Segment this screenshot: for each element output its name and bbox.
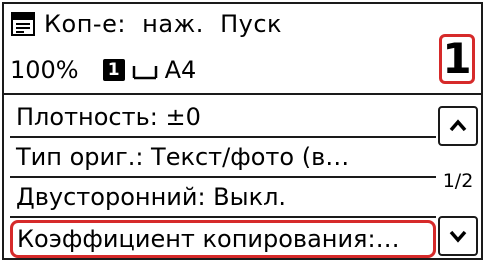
copy-icon (10, 11, 36, 37)
menu-item-density[interactable]: Плотность: ±0 (10, 98, 436, 138)
chevron-up-icon (449, 119, 467, 132)
scroll-down-button[interactable] (438, 216, 478, 256)
paper-tray-icon (131, 58, 159, 82)
page-indicator: 1/2 (442, 170, 474, 192)
zoom-ratio: 100% (10, 56, 79, 84)
menu-item-label: Двусторонний: Выкл. (16, 183, 287, 211)
copy-screen: Коп-е: наж. Пуск 100% 1 A4 1 Плотность: … (0, 0, 487, 264)
status-bar: Коп-е: наж. Пуск (10, 6, 282, 42)
status-message: Коп-е: наж. Пуск (44, 10, 283, 38)
menu-item-label: Тип ориг.: Текст/фото (в… (16, 143, 350, 171)
menu-scroller: 1/2 (438, 106, 478, 256)
settings-menu: Плотность: ±0 Тип ориг.: Текст/фото (в… … (10, 98, 436, 258)
paper-tray-badge: 1 (102, 59, 125, 81)
menu-item-original-type[interactable]: Тип ориг.: Текст/фото (в… (10, 138, 436, 178)
menu-item-label: Коэффициент копирования:… (17, 225, 400, 253)
copy-settings-summary: 100% 1 A4 (10, 52, 196, 88)
menu-item-copy-ratio[interactable]: Коэффициент копирования:… (10, 220, 436, 258)
chevron-down-icon (449, 230, 467, 243)
menu-item-label: Плотность: ±0 (16, 103, 201, 131)
scroll-up-button[interactable] (438, 106, 478, 146)
copies-count[interactable]: 1 (439, 34, 475, 84)
header-divider (4, 93, 483, 95)
menu-item-duplex[interactable]: Двусторонний: Выкл. (10, 178, 436, 218)
paper-size: A4 (164, 56, 197, 84)
